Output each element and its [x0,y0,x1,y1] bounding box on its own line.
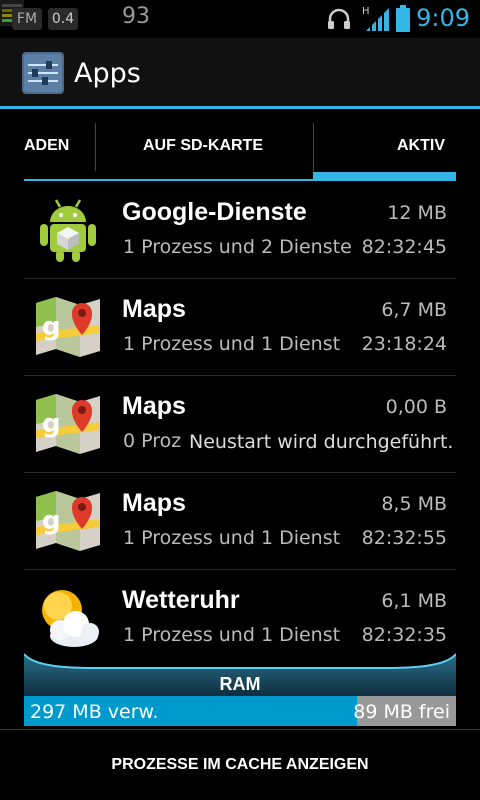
app-process-info: 1 Prozess und 1 Dienst [123,527,341,549]
app-size: 6,7 MB [381,299,447,321]
tab-divider [313,123,314,171]
show-cached-processes-button[interactable]: PROZESSE IM CACHE ANZEIGEN [0,730,480,800]
app-size: 0,00 B [385,396,447,418]
app-size: 6,1 MB [381,590,447,612]
fm-indicator: FM [12,8,42,30]
tab-selected-indicator [313,172,456,180]
app-runtime: 82:32:35 [361,624,447,646]
app-name: Wetteruhr [122,586,240,614]
ram-label: RAM [219,674,261,694]
svg-text:g: g [42,312,61,342]
status-bar: FM 0.4 93 H 9:09 [0,0,480,38]
page-title: Apps [74,58,141,89]
clock: 9:09 [416,4,470,32]
list-item[interactable]: Wetteruhr 6,1 MB 1 Prozess und 1 Dienst … [0,570,480,652]
status-number: 93 [122,4,150,29]
maps-icon: g [36,394,100,454]
app-name: Maps [122,392,186,420]
app-runtime: 82:32:55 [361,527,447,549]
apps-settings-icon[interactable] [22,52,64,94]
app-name: Maps [122,295,186,323]
maps-icon: g [36,297,100,357]
list-item[interactable]: g Maps 0,00 B 0 Proz Neustart wird durch… [0,376,480,473]
app-runtime: 23:18:24 [361,333,447,355]
headphones-icon [328,8,350,29]
tab-divider [95,123,96,171]
android-icon [40,199,96,262]
ram-used-label: 297 MB verw. [30,701,159,723]
weather-icon [42,590,99,647]
app-name: Google-Dienste [122,198,307,226]
svg-text:g: g [42,506,61,536]
app-process-info: 1 Prozess und 1 Dienst [123,624,341,646]
action-bar: Apps [0,38,480,106]
app-name: Maps [122,489,186,517]
battery-icon [396,5,410,32]
tab-bar: ADEN AUF SD-KARTE AKTIV [0,109,480,182]
tab-downloaded[interactable]: ADEN [24,109,69,182]
maps-icon: g [36,491,100,551]
toast-message: Neustart wird durchgeführt. [181,425,456,459]
app-size: 12 MB [387,202,447,224]
ram-usage: RAM 297 MB verw. 89 MB frei [24,652,456,727]
ram-free-label: 89 MB frei [353,701,450,723]
running-apps-list: Google-Dienste 12 MB 1 Prozess und 2 Die… [0,182,480,652]
list-item[interactable]: Google-Dienste 12 MB 1 Prozess und 2 Die… [0,182,480,279]
load-indicator: 0.4 [48,8,78,30]
app-size: 8,5 MB [381,493,447,515]
app-process-info: 1 Prozess und 1 Dienst [123,333,341,355]
app-process-info: 1 Prozess und 2 Dienste [123,236,352,258]
app-runtime: 82:32:45 [361,236,447,258]
list-item[interactable]: g Maps 6,7 MB 1 Prozess und 1 Dienst 23:… [0,279,480,376]
app-process-info: 0 Proz [123,430,182,452]
ram-bar: 297 MB verw. 89 MB frei [24,696,456,726]
signal-h-icon: H [362,6,389,32]
svg-text:H: H [362,6,370,17]
list-item[interactable]: g Maps 8,5 MB 1 Prozess und 1 Dienst 82:… [0,473,480,570]
svg-text:g: g [42,409,61,439]
tab-sd-card[interactable]: AUF SD-KARTE [143,109,263,182]
